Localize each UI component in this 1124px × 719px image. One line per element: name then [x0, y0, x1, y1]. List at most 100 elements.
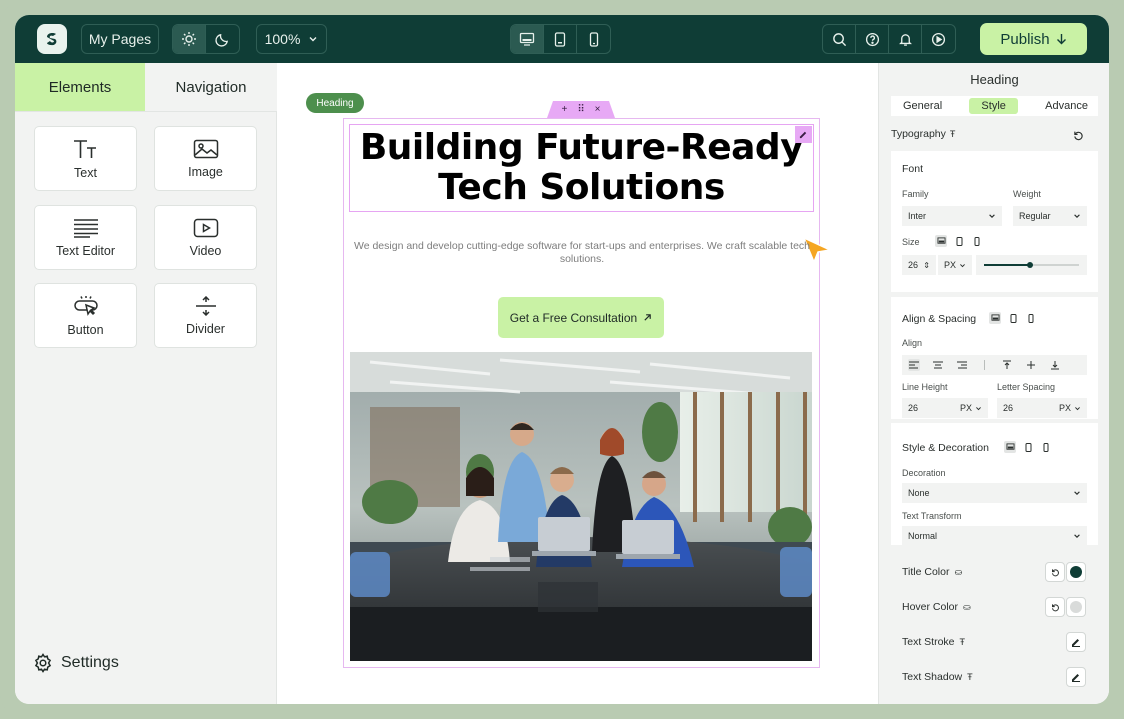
- preview-play-icon[interactable]: [922, 25, 955, 53]
- mobile-view-icon[interactable]: [1040, 441, 1052, 453]
- light-mode-icon[interactable]: [173, 25, 206, 53]
- close-icon[interactable]: ×: [595, 104, 601, 115]
- desktop-view-icon[interactable]: [989, 312, 1001, 324]
- team-meeting-photo[interactable]: [350, 352, 812, 661]
- my-pages-button[interactable]: My Pages: [81, 24, 159, 54]
- line-height-unit-select[interactable]: PX: [960, 403, 982, 413]
- typography-icon: Ŧ: [949, 129, 956, 139]
- style-panel-tabs: General Style Advance: [891, 96, 1098, 116]
- desktop-view-icon[interactable]: [935, 235, 947, 247]
- tile-label: Text Editor: [55, 243, 116, 258]
- hover-color-swatch[interactable]: [1066, 597, 1086, 617]
- search-icon[interactable]: [823, 25, 856, 53]
- tools-group: [822, 24, 956, 54]
- free-consultation-button[interactable]: Get a Free Consultation: [498, 297, 664, 338]
- family-label: Family: [902, 189, 929, 199]
- font-weight-select[interactable]: Regular: [1013, 206, 1087, 226]
- top-bar: My Pages 100% Publish: [15, 15, 1109, 63]
- align-top-icon[interactable]: [1001, 359, 1013, 371]
- app-window: My Pages 100% Publish Elements Navigatio…: [15, 15, 1109, 704]
- element-tile-video[interactable]: Video: [154, 205, 257, 270]
- text-stroke-row: Text Stroke Ŧ: [902, 636, 965, 648]
- align-bottom-icon[interactable]: [1049, 359, 1061, 371]
- page-canvas: Heading + ⠿ × Building Future-Ready Tech…: [277, 63, 878, 704]
- desktop-view-icon[interactable]: [1004, 441, 1016, 453]
- text-transform-value: Normal: [908, 531, 938, 541]
- edit-shadow-button[interactable]: [1066, 667, 1086, 687]
- heading-element[interactable]: Building Future-Ready Tech Solutions: [349, 124, 814, 212]
- text-transform-select[interactable]: Normal: [902, 526, 1087, 546]
- line-height-value: 26: [908, 403, 919, 413]
- app-logo-icon[interactable]: [37, 24, 67, 54]
- align-right-icon[interactable]: [956, 359, 968, 371]
- zoom-select[interactable]: 100%: [256, 24, 327, 54]
- divider-icon: [195, 295, 216, 316]
- line-height-input[interactable]: 26 PX: [902, 398, 988, 418]
- font-size-unit-select[interactable]: PX: [938, 255, 972, 275]
- reset-icon[interactable]: [1073, 128, 1084, 146]
- font-weight-value: Regular: [1019, 211, 1051, 221]
- element-tile-text-editor[interactable]: Text Editor: [34, 205, 137, 270]
- letter-spacing-label: Letter Spacing: [997, 382, 1056, 392]
- text-stroke-label: Text Stroke: [902, 636, 955, 648]
- decoration-select[interactable]: None: [902, 483, 1087, 503]
- stepper-icon[interactable]: ⇕: [923, 261, 930, 270]
- letter-spacing-input[interactable]: 26 PX: [997, 398, 1087, 418]
- pencil-icon[interactable]: [795, 126, 812, 143]
- weight-label: Weight: [1013, 189, 1041, 199]
- element-tile-image[interactable]: Image: [154, 126, 257, 191]
- align-options: [902, 355, 1087, 375]
- element-tile-divider[interactable]: Divider: [154, 283, 257, 348]
- hero-subtext[interactable]: We design and develop cutting-edge softw…: [349, 240, 815, 266]
- theme-toggle: [172, 24, 240, 54]
- font-size-input[interactable]: 26 ⇕: [902, 255, 936, 275]
- cta-label: Get a Free Consultation: [509, 310, 638, 325]
- slider-track: [984, 262, 1079, 268]
- element-tile-text[interactable]: Text: [34, 126, 137, 191]
- dark-mode-icon[interactable]: [206, 25, 239, 53]
- tablet-view-icon[interactable]: [544, 25, 577, 53]
- font-size-slider[interactable]: [976, 255, 1087, 275]
- align-left-icon[interactable]: [908, 359, 920, 371]
- tablet-view-icon[interactable]: [1022, 441, 1034, 453]
- letter-spacing-unit-select[interactable]: PX: [1059, 403, 1081, 413]
- reset-icon[interactable]: [1045, 597, 1065, 617]
- arrow-up-right-icon: [644, 314, 651, 321]
- mobile-view-icon[interactable]: [971, 235, 983, 247]
- drag-handle-icon[interactable]: ⠿: [577, 104, 584, 115]
- tab-advance[interactable]: Advance: [1045, 100, 1088, 112]
- edit-stroke-button[interactable]: [1066, 632, 1086, 652]
- publish-button[interactable]: Publish: [980, 23, 1087, 55]
- tab-navigation[interactable]: Navigation: [145, 63, 277, 111]
- element-tile-button[interactable]: Button: [34, 283, 137, 348]
- tab-general[interactable]: General: [903, 100, 942, 112]
- align-center-icon[interactable]: [932, 359, 944, 371]
- align-middle-icon[interactable]: [1025, 359, 1037, 371]
- settings-button[interactable]: Settings: [33, 653, 119, 673]
- mobile-view-icon[interactable]: [1025, 312, 1037, 324]
- selected-element-badge: Heading: [306, 93, 364, 113]
- arrow-down-icon: [1056, 34, 1066, 45]
- tablet-view-icon[interactable]: [953, 235, 965, 247]
- font-size-unit: PX: [944, 260, 957, 270]
- desktop-view-icon[interactable]: [511, 25, 544, 53]
- letter-spacing-unit: PX: [1058, 403, 1071, 413]
- tile-label: Divider: [186, 321, 225, 336]
- zoom-value: 100%: [264, 31, 301, 47]
- tab-elements[interactable]: Elements: [15, 63, 145, 111]
- add-icon[interactable]: +: [561, 104, 567, 115]
- decoration-device-icons: [1004, 441, 1052, 453]
- align-section-title: Align & Spacing: [902, 313, 977, 325]
- bell-icon[interactable]: [889, 25, 922, 53]
- tablet-view-icon[interactable]: [1007, 312, 1019, 324]
- font-section-title: Font: [902, 163, 924, 175]
- slider-thumb[interactable]: [1026, 262, 1033, 268]
- page-heading[interactable]: Building Future-Ready Tech Solutions: [350, 128, 813, 208]
- help-icon[interactable]: [856, 25, 889, 53]
- title-color-swatch[interactable]: [1066, 562, 1086, 582]
- reset-icon[interactable]: [1045, 562, 1065, 582]
- mobile-view-icon[interactable]: [577, 25, 610, 53]
- tab-style[interactable]: Style: [969, 98, 1018, 114]
- font-family-select[interactable]: Inter: [902, 206, 1002, 226]
- image-icon: [193, 139, 218, 158]
